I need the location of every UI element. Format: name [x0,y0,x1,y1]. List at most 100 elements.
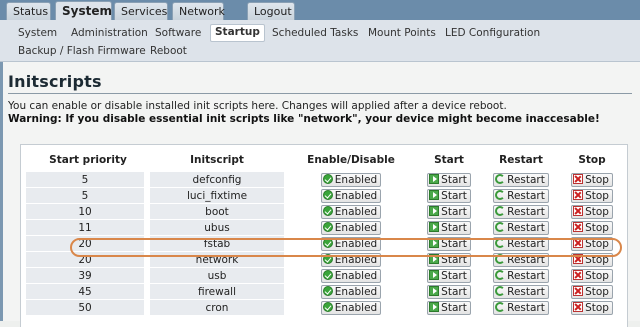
start-button[interactable]: Start [427,204,471,219]
start-cell: Start [418,172,480,188]
start-button[interactable]: Start [427,300,471,315]
enable-cell: Enabled [284,300,418,316]
restart-label: Restart [507,253,545,266]
restart-button[interactable]: Restart [493,172,549,187]
start-button[interactable]: Start [427,188,471,203]
start-button[interactable]: Start [427,236,471,251]
start-button[interactable]: Start [427,284,471,299]
restart-cell: Restart [480,236,562,252]
page-description: You can enable or disable installed init… [8,100,507,112]
stop-cell: Stop [562,252,622,268]
enabled-button[interactable]: Enabled [320,284,382,299]
priority-cell: 45 [26,284,150,300]
priority-value: 5 [81,173,89,186]
priority-value: 20 [78,253,92,266]
play-icon [429,205,440,216]
subnav-reboot[interactable]: Reboot [146,43,191,59]
restart-button[interactable]: Restart [493,188,549,203]
enabled-button[interactable]: Enabled [320,204,382,219]
initscript-cell: cron [150,300,284,316]
subnav-scheduled-tasks[interactable]: Scheduled Tasks [268,25,362,41]
refresh-icon [495,173,506,184]
stop-label: Stop [585,173,609,186]
restart-button[interactable]: Restart [493,220,549,235]
subnav-led-configuration[interactable]: LED Configuration [441,25,544,41]
stop-button[interactable]: Stop [571,188,613,203]
restart-label: Restart [507,301,545,314]
check-circle-icon [322,253,333,264]
restart-cell: Restart [480,252,562,268]
subnav-startup[interactable]: Startup [210,24,265,42]
enabled-button[interactable]: Enabled [320,252,382,267]
initscript-cell: fstab [150,236,284,252]
stop-button[interactable]: Stop [571,300,613,315]
priority-value: 45 [78,285,92,298]
initscript-cell: network [150,252,284,268]
tab-logout[interactable]: Logout [247,2,295,20]
enable-cell: Enabled [284,188,418,204]
restart-button[interactable]: Restart [493,284,549,299]
subnav-mount-points[interactable]: Mount Points [364,25,440,41]
stop-button[interactable]: Stop [571,284,613,299]
stop-cell: Stop [562,172,622,188]
close-x-icon [573,173,584,184]
stop-label: Stop [585,285,609,298]
stop-button[interactable]: Stop [571,268,613,283]
stop-cell: Stop [562,236,622,252]
subnav-backup-flash-firmware[interactable]: Backup / Flash Firmware [14,43,150,59]
start-button[interactable]: Start [427,252,471,267]
priority-value: 39 [78,269,92,282]
check-circle-icon [322,173,333,184]
tab-system[interactable]: System [55,1,112,20]
restart-button[interactable]: Restart [493,252,549,267]
restart-label: Restart [507,285,545,298]
subnav-software[interactable]: Software [151,25,205,41]
play-icon [429,173,440,184]
close-x-icon [573,189,584,200]
enabled-button[interactable]: Enabled [320,268,382,283]
tab-services[interactable]: Services [114,2,168,20]
enabled-button[interactable]: Enabled [320,188,382,203]
stop-button[interactable]: Stop [571,220,613,235]
close-x-icon [573,221,584,232]
tab-network[interactable]: Network [172,2,225,20]
subnav-administration[interactable]: Administration [67,25,152,41]
start-label: Start [441,173,467,186]
stop-button[interactable]: Stop [571,204,613,219]
start-button[interactable]: Start [427,268,471,283]
priority-value: 20 [78,237,92,250]
subnav-system[interactable]: System [14,25,61,41]
restart-button[interactable]: Restart [493,300,549,315]
top-tab-bar: Status System Services Network Logout [0,0,640,20]
check-circle-icon [322,237,333,248]
stop-label: Stop [585,253,609,266]
refresh-icon [495,253,506,264]
start-cell: Start [418,220,480,236]
stop-label: Stop [585,221,609,234]
tab-status[interactable]: Status [6,2,51,20]
refresh-icon [495,301,506,312]
restart-button[interactable]: Restart [493,204,549,219]
close-x-icon [573,285,584,296]
start-label: Start [441,301,467,314]
stop-label: Stop [585,189,609,202]
stop-button[interactable]: Stop [571,236,613,251]
stop-cell: Stop [562,204,622,220]
enabled-label: Enabled [334,253,378,266]
stop-button[interactable]: Stop [571,252,613,267]
table-row: 5 defconfig Enabled Start Restart Stop [26,172,622,188]
initscript-name: ubus [204,221,230,234]
stop-button[interactable]: Stop [571,172,613,187]
restart-button[interactable]: Restart [493,236,549,251]
start-button[interactable]: Start [427,220,471,235]
check-circle-icon [322,205,333,216]
enabled-button[interactable]: Enabled [320,172,382,187]
initscript-name: firewall [197,285,237,298]
stop-cell: Stop [562,284,622,300]
enabled-button[interactable]: Enabled [320,300,382,315]
enabled-button[interactable]: Enabled [320,220,382,235]
enabled-button[interactable]: Enabled [320,236,382,251]
start-button[interactable]: Start [427,172,471,187]
enable-cell: Enabled [284,220,418,236]
restart-button[interactable]: Restart [493,268,549,283]
